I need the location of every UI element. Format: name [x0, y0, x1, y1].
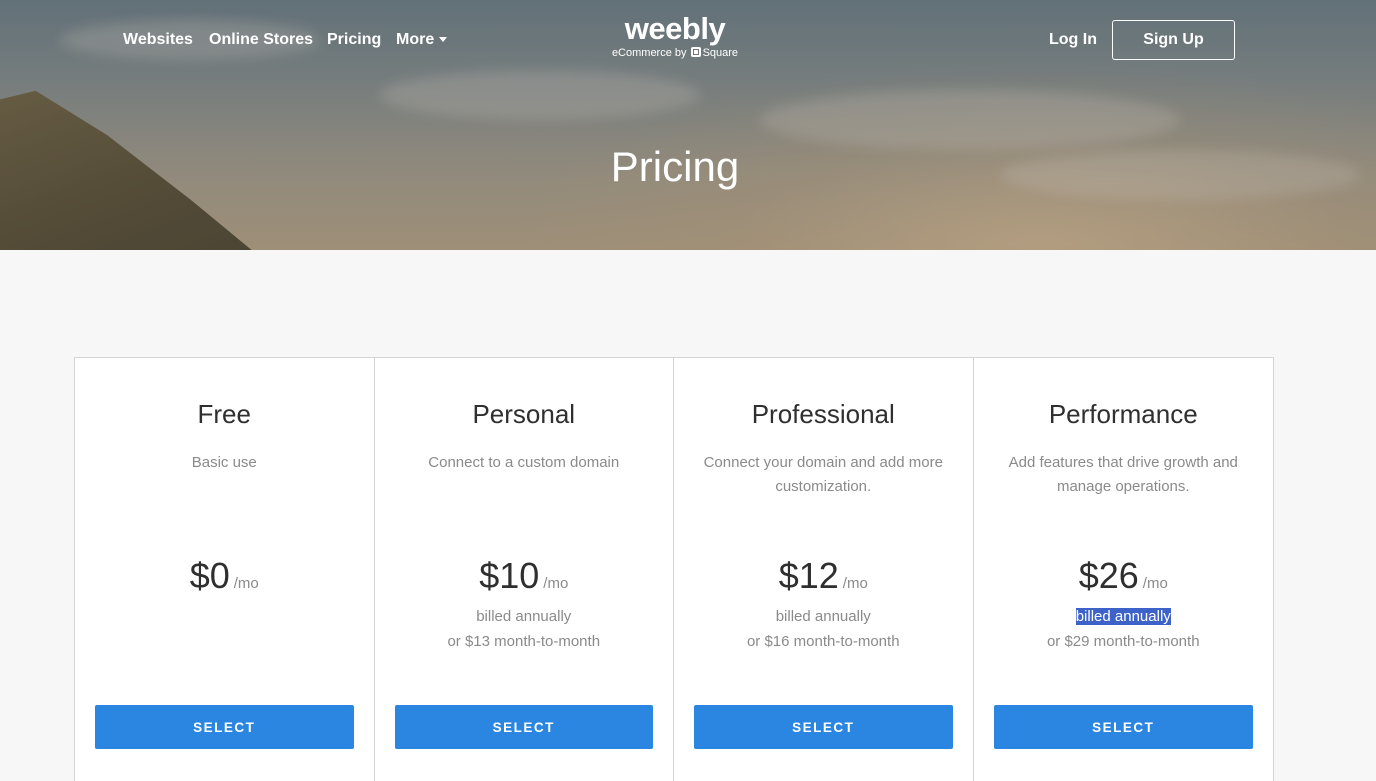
nav-link-online-stores[interactable]: Online Stores: [209, 31, 313, 49]
caret-down-icon: [439, 37, 448, 43]
plan-description: Connect your domain and add more customi…: [703, 454, 943, 495]
plan-card-personal: Personal Connect to a custom domain $10/…: [375, 358, 674, 781]
monthly-price: or $16 month-to-month: [746, 633, 900, 650]
selected-text: billed annually: [1075, 608, 1171, 625]
price-amount: $26: [1078, 555, 1139, 596]
monthly-price: or $13 month-to-month: [447, 633, 601, 650]
plan-card-professional: Professional Connect your domain and add…: [674, 358, 974, 781]
plan-name: Personal: [472, 399, 576, 429]
plan-description: Add features that drive growth and manag…: [1008, 454, 1238, 495]
nav-link-websites[interactable]: Websites: [123, 31, 193, 49]
billing-cycle: billed annually: [974, 604, 1274, 629]
price-amount: $0: [189, 555, 230, 596]
billing-cycle: billed annually: [775, 608, 871, 625]
plan-name: Performance: [1048, 399, 1198, 429]
plan-billing: billed annually or $29 month-to-month: [974, 604, 1274, 654]
logo-tagline-brand: Square: [702, 47, 739, 59]
plan-price: $12/mo: [674, 554, 973, 598]
nav-more-label: More: [396, 31, 435, 48]
logo-tagline-prefix: eCommerce by: [611, 47, 687, 59]
select-free-button[interactable]: SELECT: [95, 705, 354, 749]
plan-name: Professional: [751, 399, 895, 429]
monthly-price: or $29 month-to-month: [1046, 633, 1200, 650]
plan-billing: billed annually or $16 month-to-month: [674, 604, 973, 654]
logo-wordmark: weebly: [624, 11, 726, 46]
plan-card-free: Free Basic use $0/mo SELECT: [75, 358, 375, 781]
logo-tagline: eCommerce by Square: [605, 46, 745, 60]
select-personal-button[interactable]: SELECT: [394, 705, 653, 749]
price-period: /mo: [543, 575, 569, 592]
signup-button[interactable]: Sign Up: [1112, 20, 1235, 60]
login-link[interactable]: Log In: [1049, 31, 1097, 49]
plan-card-performance: Performance Add features that drive grow…: [974, 358, 1274, 781]
price-amount: $12: [778, 555, 839, 596]
plan-billing: billed annually or $13 month-to-month: [375, 604, 674, 654]
plan-name: Free: [197, 399, 251, 429]
plan-description: Basic use: [191, 454, 257, 471]
page-title: Pricing: [610, 143, 740, 190]
price-period: /mo: [1142, 575, 1168, 592]
plan-price: $0/mo: [75, 554, 374, 598]
billing-cycle: billed annually: [476, 608, 572, 625]
plan-description: Connect to a custom domain: [428, 454, 620, 471]
select-performance-button[interactable]: SELECT: [993, 705, 1253, 749]
price-period: /mo: [233, 575, 259, 592]
price-amount: $10: [479, 555, 540, 596]
plan-price: $10/mo: [375, 554, 674, 598]
square-logo-icon: [690, 47, 701, 57]
weebly-logo[interactable]: weebly eCommerce by Square: [605, 12, 745, 60]
pricing-plans: Free Basic use $0/mo SELECT Personal Con…: [74, 357, 1274, 781]
nav-link-pricing[interactable]: Pricing: [327, 31, 381, 49]
select-professional-button[interactable]: SELECT: [694, 705, 953, 749]
top-nav: Websites Online Stores Pricing More weeb…: [0, 0, 1376, 80]
price-period: /mo: [842, 575, 868, 592]
plan-price: $26/mo: [974, 554, 1274, 598]
nav-more-dropdown[interactable]: More: [396, 31, 448, 49]
